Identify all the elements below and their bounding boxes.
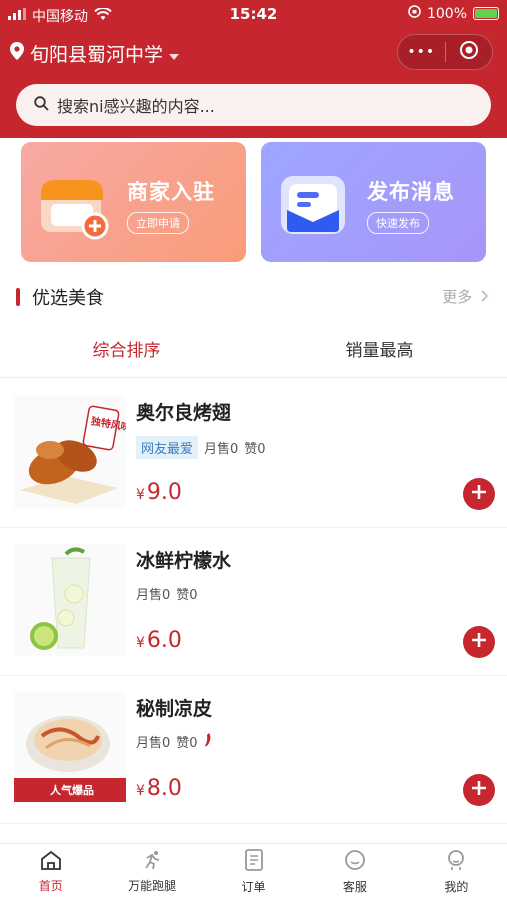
tab-service-label: 客服 — [342, 880, 367, 894]
status-bar: 中国移动 15:42 100% — [0, 0, 507, 28]
more-link[interactable]: 更多 — [442, 286, 489, 307]
banner-row: 商家入驻 立即申请 发布消息 快速发布 — [0, 138, 507, 268]
tab-orders-label: 订单 — [241, 880, 266, 894]
list-item[interactable]: 独特风味 奥尔良烤翅 网友最爱 月售0 赞0 ¥9.0 — [0, 380, 507, 528]
food-image-lemonade — [14, 544, 126, 656]
item-sales: 月售0 — [204, 442, 239, 457]
close-miniapp-button[interactable] — [446, 35, 493, 69]
caret-down-icon — [169, 43, 180, 65]
add-to-cart-button[interactable] — [463, 774, 495, 806]
item-name: 冰鲜柠檬水 — [136, 550, 232, 572]
currency-symbol: ¥ — [136, 635, 145, 651]
tab-home[interactable]: 首页 — [0, 844, 101, 900]
item-likes: 赞0 — [244, 442, 266, 457]
item-badge-text: 人气爆品 — [50, 783, 94, 797]
tab-comprehensive[interactable]: 综合排序 — [0, 336, 253, 361]
food-image-chicken-wings: 独特风味 — [14, 396, 132, 508]
battery-icon — [473, 7, 499, 20]
more-options-button[interactable]: ••• — [398, 35, 445, 69]
search-icon — [34, 95, 49, 115]
more-label: 更多 — [442, 288, 473, 306]
location-pin-icon — [10, 42, 24, 65]
more-dots-icon: ••• — [407, 44, 436, 60]
currency-symbol: ¥ — [136, 783, 145, 799]
add-to-cart-button[interactable] — [463, 478, 495, 510]
quick-publish-button[interactable]: 快速发布 — [367, 212, 429, 234]
item-price: ¥9.0 — [136, 480, 182, 505]
publish-message-title: 发布消息 — [367, 180, 455, 204]
chevron-right-icon — [477, 288, 489, 306]
item-price: ¥8.0 — [136, 776, 182, 801]
item-likes: 赞0 — [176, 736, 198, 751]
status-right: 100% — [408, 5, 499, 22]
item-sales: 月售0 — [136, 588, 171, 603]
tab-errand[interactable]: 万能跑腿 — [101, 844, 202, 900]
item-name: 秘制凉皮 — [136, 698, 213, 720]
storefront-plus-icon — [37, 170, 111, 244]
tab-profile-label: 我的 — [444, 880, 469, 894]
plus-icon — [471, 484, 487, 504]
list-item[interactable]: 人气爆品 秘制凉皮 月售0 赞0 ¥8.0 — [0, 676, 507, 824]
featured-food-section: 优选美食 更多 综合排序 销量最高 独特风味 奥尔良烤翅 网友最爱 月售0 赞0… — [0, 268, 507, 898]
item-likes: 赞0 — [176, 588, 198, 603]
tab-home-label: 首页 — [38, 879, 63, 893]
bottom-tab-bar: 首页 万能跑腿 订单 客服 我的 — [0, 843, 507, 900]
location-selector[interactable]: 旬阳县蜀河中学 — [10, 40, 180, 67]
item-tag: 网友最爱 — [136, 436, 199, 459]
publish-message-card[interactable]: 发布消息 快速发布 — [261, 142, 486, 262]
list-item[interactable]: 冰鲜柠檬水 月售0 赞0 ¥6.0 — [0, 528, 507, 676]
header-background: 中国移动 15:42 100% 旬阳县蜀河中学 ••• 搜索ni感兴趣的内容..… — [0, 0, 507, 138]
price-value: 6.0 — [146, 628, 182, 653]
food-image-cold-noodles: 人气爆品 — [12, 692, 128, 804]
price-value: 8.0 — [146, 776, 182, 801]
item-name: 奥尔良烤翅 — [136, 402, 232, 424]
item-meta: 月售0 赞0 — [136, 732, 212, 751]
section-header: 优选美食 更多 — [0, 282, 507, 312]
profile-icon — [445, 849, 467, 874]
sort-tabs: 综合排序 销量最高 — [0, 328, 507, 378]
tab-service[interactable]: 客服 — [304, 844, 405, 900]
target-circle-icon — [459, 40, 479, 64]
plus-icon — [471, 632, 487, 652]
merchant-join-title: 商家入驻 — [127, 180, 215, 204]
item-sales: 月售0 — [136, 736, 171, 751]
tab-errand-label: 万能跑腿 — [128, 879, 177, 893]
search-bar[interactable]: 搜索ni感兴趣的内容... — [16, 84, 491, 126]
merchant-join-card[interactable]: 商家入驻 立即申请 — [21, 142, 246, 262]
location-name: 旬阳县蜀河中学 — [30, 44, 164, 66]
section-accent-bar — [16, 288, 20, 306]
apply-now-button[interactable]: 立即申请 — [127, 212, 189, 234]
price-value: 9.0 — [146, 480, 182, 505]
item-price: ¥6.0 — [136, 628, 182, 653]
home-icon — [40, 850, 62, 873]
orientation-lock-icon — [408, 5, 421, 22]
tab-top-sales[interactable]: 销量最高 — [253, 336, 506, 361]
item-meta: 月售0 赞0 — [136, 584, 198, 603]
currency-symbol: ¥ — [136, 487, 145, 503]
chili-icon — [204, 732, 212, 751]
service-icon — [344, 849, 366, 874]
tab-profile[interactable]: 我的 — [406, 844, 507, 900]
item-meta: 网友最爱 月售0 赞0 — [136, 436, 266, 459]
tab-orders[interactable]: 订单 — [203, 844, 304, 900]
order-icon — [244, 849, 264, 874]
miniapp-capsule: ••• — [397, 34, 493, 70]
message-envelope-icon — [277, 170, 351, 244]
plus-icon — [471, 780, 487, 800]
battery-percent: 100% — [426, 5, 467, 22]
add-to-cart-button[interactable] — [463, 626, 495, 658]
runner-icon — [141, 850, 163, 873]
section-title: 优选美食 — [32, 288, 104, 309]
search-placeholder: 搜索ni感兴趣的内容... — [57, 97, 215, 116]
